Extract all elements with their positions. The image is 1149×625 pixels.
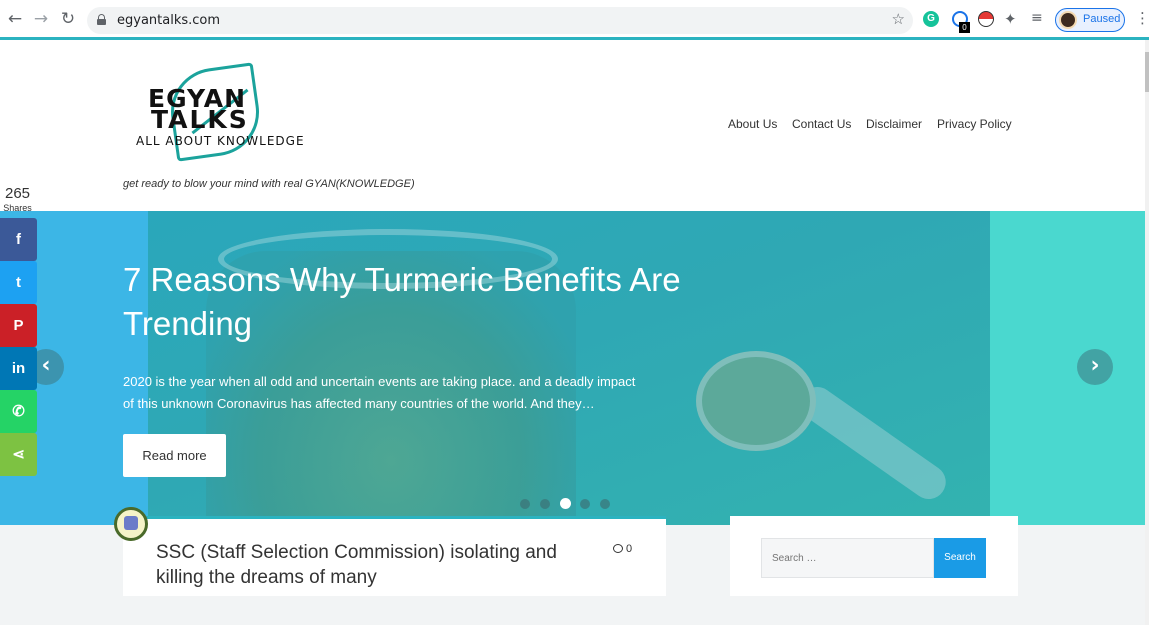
- search-input[interactable]: [761, 538, 934, 578]
- slide-dot-1[interactable]: [520, 499, 530, 509]
- linkedin-share-button[interactable]: in: [0, 347, 37, 390]
- pokeball-extension-icon[interactable]: [978, 11, 994, 27]
- address-bar[interactable]: egyantalks.com ☆: [87, 7, 913, 34]
- site-tagline: get ready to blow your mind with real GY…: [123, 178, 415, 190]
- profile-button[interactable]: Paused: [1055, 8, 1125, 32]
- share-count: 265: [4, 185, 31, 202]
- puzzle-icon[interactable]: ✦: [1004, 10, 1017, 28]
- post-title[interactable]: SSC (Staff Selection Commission) isolati…: [156, 540, 596, 590]
- hero-slider: 7 Reasons Why Turmeric Benefits Are Tren…: [0, 211, 1145, 525]
- site-logo[interactable]: EGYAN TALKS ALL ABOUT KNOWLEDGE: [133, 62, 313, 162]
- slide-dot-4[interactable]: [580, 499, 590, 509]
- slide-title[interactable]: 7 Reasons Why Turmeric Benefits Are Tren…: [123, 258, 773, 346]
- kebab-menu-icon[interactable]: ⋮: [1135, 9, 1149, 27]
- avatar: [1059, 11, 1077, 29]
- browser-toolbar: ← → ↻ egyantalks.com ☆ G 0 ✦ ≡ Paused ⋮: [0, 0, 1149, 38]
- slide-dot-3[interactable]: [560, 498, 571, 509]
- lock-icon: [97, 14, 106, 25]
- pinterest-share-button[interactable]: P: [0, 304, 37, 347]
- facebook-share-button[interactable]: f: [0, 218, 37, 261]
- nav-privacy-policy[interactable]: Privacy Policy: [937, 117, 1012, 131]
- search-button[interactable]: Search: [934, 538, 986, 578]
- page-scrollbar[interactable]: [1145, 40, 1149, 625]
- logo-word-2: TALKS: [151, 105, 249, 134]
- grammarly-extension-icon[interactable]: G: [923, 11, 939, 27]
- nav-disclaimer[interactable]: Disclaimer: [866, 117, 922, 131]
- profile-status: Paused: [1083, 13, 1121, 25]
- share-label: Shares: [3, 203, 32, 213]
- share-counter: 265 Shares: [0, 185, 35, 214]
- media-queue-icon[interactable]: ≡: [1031, 10, 1043, 26]
- back-icon[interactable]: ←: [5, 9, 25, 29]
- slide-dot-5[interactable]: [600, 499, 610, 509]
- star-icon[interactable]: ☆: [892, 10, 905, 28]
- forward-icon[interactable]: →: [31, 9, 51, 29]
- whatsapp-share-button[interactable]: ✆: [0, 390, 37, 433]
- nav-about-us[interactable]: About Us: [728, 117, 777, 131]
- author-avatar[interactable]: [114, 507, 148, 541]
- scrollbar-thumb[interactable]: [1145, 52, 1149, 92]
- chevron-right-icon[interactable]: ›: [1077, 349, 1113, 385]
- url-text[interactable]: egyantalks.com: [117, 13, 220, 28]
- comment-icon: [613, 544, 623, 553]
- reload-icon[interactable]: ↻: [58, 9, 78, 29]
- twitter-share-button[interactable]: t: [0, 261, 37, 304]
- share-more-button[interactable]: ⋖: [0, 433, 37, 476]
- nav-contact-us[interactable]: Contact Us: [792, 117, 851, 131]
- slide-excerpt: 2020 is the year when all odd and uncert…: [123, 374, 636, 411]
- logo-subtitle: ALL ABOUT KNOWLEDGE: [136, 134, 305, 148]
- slide-dot-2[interactable]: [540, 499, 550, 509]
- read-more-button[interactable]: Read more: [123, 434, 226, 477]
- comment-count[interactable]: 0: [613, 543, 632, 555]
- extension-badge: 0: [959, 22, 970, 33]
- site-header: EGYAN TALKS ALL ABOUT KNOWLEDGE get read…: [0, 40, 1149, 211]
